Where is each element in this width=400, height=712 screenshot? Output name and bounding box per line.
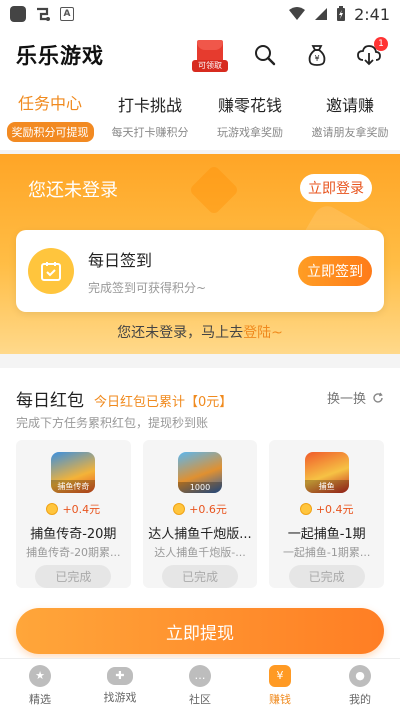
tab-invite[interactable]: 邀请赚 邀请朋友拿奖励 — [300, 82, 400, 150]
nav-profile[interactable]: ● 我的 — [320, 659, 400, 712]
signal-icon — [315, 8, 328, 20]
task-card[interactable]: 1000 +0.6元 达人捕鱼千炮版... 达人捕鱼千炮版-... 已完成 — [142, 440, 258, 588]
nav-label: 赚钱 — [269, 692, 291, 706]
app-header: 乐乐游戏 可领取 ¥ 1 — [0, 28, 400, 82]
coin-icon — [46, 503, 59, 516]
nav-label: 我的 — [349, 692, 371, 706]
section-description: 完成下方任务累积红包，提现秒到账 — [16, 416, 209, 430]
tab-subtitle: 玩游戏拿奖励 — [217, 126, 283, 139]
calendar-check-icon — [28, 248, 74, 294]
wallet-button[interactable]: ¥ — [302, 40, 332, 70]
login-button[interactable]: 立即登录 — [300, 174, 372, 202]
task-tabs: 任务中心 奖励积分可提现 打卡挑战 每天打卡赚积分 赚零花钱 玩游戏拿奖励 邀请… — [0, 82, 400, 150]
tab-checkin-challenge[interactable]: 打卡挑战 每天打卡赚积分 — [100, 82, 200, 150]
refresh-icon — [373, 392, 383, 403]
game-subtitle: 达人捕鱼千炮版-... — [154, 546, 246, 560]
nav-label: 社区 — [189, 692, 211, 706]
coin-icon — [173, 503, 186, 516]
coin-icon — [299, 503, 312, 516]
app-title: 乐乐游戏 — [16, 44, 104, 68]
gamepad-icon: ✚ — [107, 666, 133, 685]
star-icon: ★ — [29, 664, 51, 687]
download-button[interactable]: 1 — [354, 37, 388, 70]
game-title: 捕鱼传奇-20期 — [30, 527, 117, 542]
nav-earn-money[interactable]: ¥ 赚钱 — [240, 659, 320, 712]
signin-title: 每日签到 — [88, 250, 153, 270]
search-button[interactable] — [250, 40, 280, 70]
tab-subtitle: 奖励积分可提现 — [6, 122, 94, 142]
daily-signin-card: 每日签到 完成签到可获得积分~ 立即签到 — [16, 230, 384, 312]
worm-notification-icon — [37, 7, 50, 21]
nav-community[interactable]: … 社区 — [160, 659, 240, 712]
signin-button[interactable]: 立即签到 — [298, 256, 372, 286]
completed-button[interactable]: 已完成 — [162, 565, 238, 588]
battery-icon — [337, 6, 346, 21]
app-notification-icon — [10, 6, 26, 22]
login-notice: 您还未登录，马上去登陆~ — [0, 322, 400, 342]
decorative-diamond — [188, 164, 240, 216]
reward-amount: +0.4元 — [62, 503, 101, 517]
tab-title: 任务中心 — [17, 94, 82, 113]
money-bag-icon: ¥ — [269, 664, 291, 687]
nav-find-games[interactable]: ✚ 找游戏 — [80, 659, 160, 712]
signin-subtitle: 完成签到可获得积分~ — [88, 280, 207, 295]
redpacket-label: 可领取 — [192, 60, 228, 72]
game-title: 达人捕鱼千炮版... — [148, 527, 252, 542]
redpacket-button[interactable]: 可领取 — [192, 38, 228, 72]
tab-task-center[interactable]: 任务中心 奖励积分可提现 — [0, 82, 100, 150]
nav-label: 精选 — [29, 692, 51, 706]
user-icon: ● — [349, 664, 371, 687]
wifi-icon — [289, 7, 306, 20]
bottom-navigation: ★ 精选 ✚ 找游戏 … 社区 ¥ 赚钱 ● 我的 — [0, 658, 400, 712]
task-card[interactable]: 捕鱼 +0.4元 一起捕鱼-1期 一起捕鱼-1期累... 已完成 — [269, 440, 385, 588]
game-icon: 捕鱼传奇 — [51, 452, 96, 494]
daily-redpacket-section: 每日红包 今日红包已累计【0元】 换一换 完成下方任务累积红包，提现秒到账 捕鱼… — [0, 368, 400, 658]
svg-text:¥: ¥ — [314, 54, 319, 63]
game-subtitle: 一起捕鱼-1期累... — [282, 546, 371, 560]
tab-subtitle: 邀请朋友拿奖励 — [311, 126, 389, 139]
completed-button[interactable]: 已完成 — [35, 565, 112, 588]
game-subtitle: 捕鱼传奇-20期累... — [26, 546, 121, 560]
tab-subtitle: 每天打卡赚积分 — [111, 126, 189, 139]
money-bag-icon: ¥ — [308, 45, 326, 66]
nav-featured[interactable]: ★ 精选 — [0, 659, 80, 712]
search-icon — [255, 45, 276, 66]
nav-label: 找游戏 — [103, 690, 137, 704]
login-link[interactable]: 登陆~ — [243, 325, 283, 341]
withdraw-button[interactable]: 立即提现 — [16, 608, 384, 654]
tab-title: 邀请赚 — [325, 96, 374, 115]
tab-title: 赚零花钱 — [217, 96, 282, 115]
game-title: 一起捕鱼-1期 — [287, 527, 366, 542]
refresh-label: 换一换 — [326, 392, 366, 407]
login-notice-text: 您还未登录，马上去 — [117, 325, 244, 341]
completed-button[interactable]: 已完成 — [288, 565, 365, 588]
game-icon: 1000 — [178, 452, 222, 494]
refresh-button[interactable]: 换一换 — [327, 388, 384, 407]
game-icon: 捕鱼 — [304, 452, 349, 494]
a-notification-icon: A — [60, 7, 74, 21]
clock: 2:41 — [354, 4, 390, 24]
tab-title: 打卡挑战 — [117, 96, 182, 115]
task-card[interactable]: 捕鱼传奇 +0.4元 捕鱼传奇-20期 捕鱼传奇-20期累... 已完成 — [16, 440, 131, 588]
accumulated-amount: 今日红包已累计【0元】 — [94, 395, 233, 410]
section-title: 每日红包 — [16, 391, 84, 411]
notification-badge: 1 — [374, 37, 388, 51]
login-status-text: 您还未登录 — [28, 180, 118, 201]
reward-amount: +0.6元 — [189, 503, 227, 517]
status-bar: A 2:41 — [0, 0, 400, 28]
tab-pocket-money[interactable]: 赚零花钱 玩游戏拿奖励 — [200, 82, 300, 150]
reward-amount: +0.4元 — [315, 503, 354, 517]
chat-bubble-icon: … — [189, 664, 211, 687]
